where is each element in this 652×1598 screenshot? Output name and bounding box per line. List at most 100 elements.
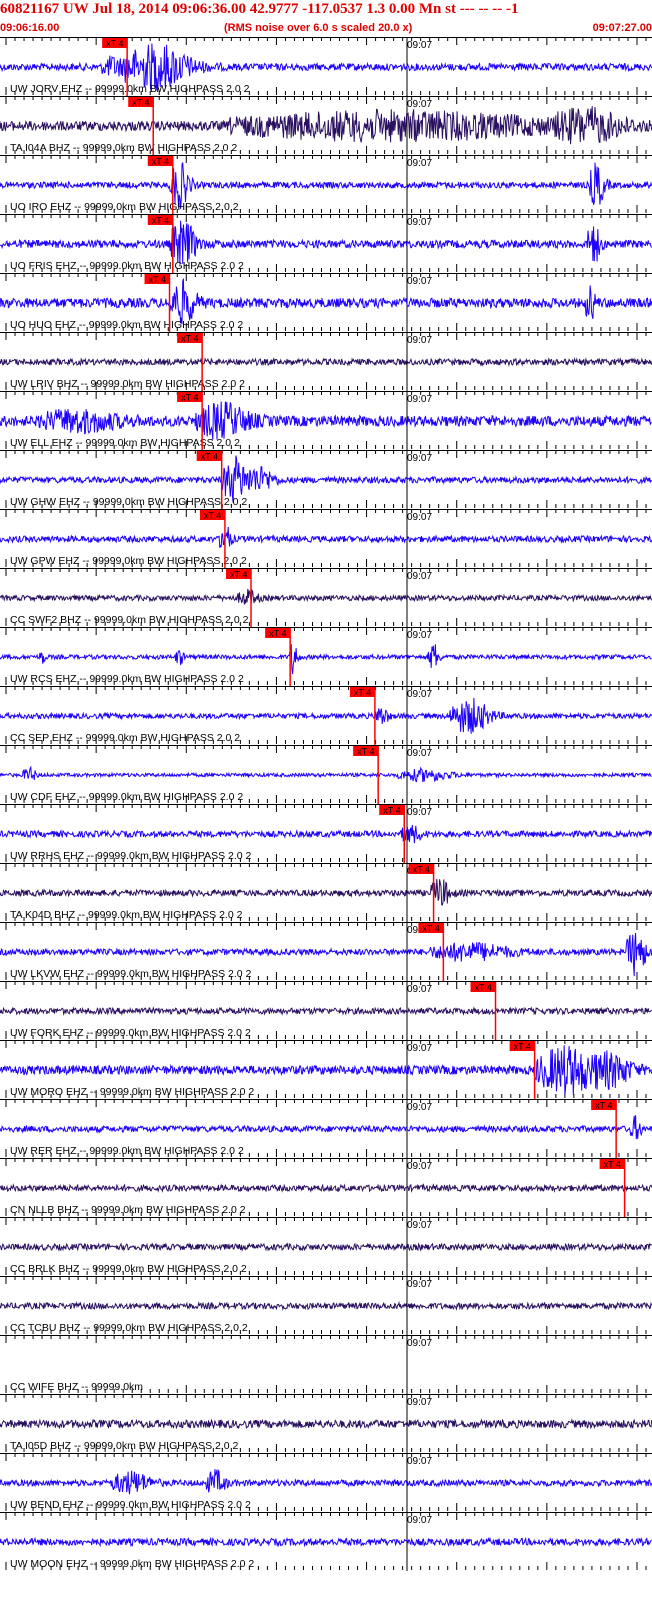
- rms-note: (RMS noise over 6.0 s scaled 20.0 x): [224, 22, 413, 34]
- minute-label: 09:07: [407, 1279, 432, 1290]
- minute-label: 09:07: [407, 512, 432, 523]
- trace-panel: 09:07 TA I04A BHZ -- 99999.0km BW HIGHPAS…: [0, 96, 652, 155]
- waveform-trace: [0, 1182, 652, 1193]
- station-label: UW MOON EHZ -- 99999.0km BW HIGHPASS 2.0…: [10, 1558, 254, 1570]
- trace-panel: 09:07 UW BEND EHZ -- 99999.0km BW HIGHPAS…: [0, 1453, 652, 1512]
- station-label: CC WIFE BHZ -- 99999.0km: [10, 1381, 143, 1393]
- station-label: UW ELL EHZ -- 99999.0km BW HIGHPASS 2.0 …: [10, 437, 240, 449]
- station-label: UW JORV EHZ -- 99999.0km BW HIGHPASS 2.0…: [10, 83, 250, 95]
- station-label: UW LRIV BHZ -- 99999.0km BW HIGHPASS 2.0…: [10, 378, 245, 390]
- trace-panel: 09:07 UW LRIV BHZ -- 99999.0km BW HIGHPAS…: [0, 332, 652, 391]
- station-label: TA I05D BHZ -- 99999.0km BW HIGHPASS 2.0…: [10, 1440, 239, 1452]
- pick-label: xT 4: [354, 688, 371, 698]
- pick-label: xT 4: [422, 924, 439, 934]
- minute-label: 09:07: [407, 748, 432, 759]
- trace-panel: 09:07 UW MORO EHZ -- 99999.0km BW HIGHPAS…: [0, 1040, 652, 1099]
- trace-panel: 09:07 UW RRHS EHZ -- 99999.0km BW HIGHPAS…: [0, 804, 652, 863]
- trace-panel: 09:07 UO HUO EHZ -- 99999.0km BW HIGHPASS…: [0, 273, 652, 332]
- station-label: CC BRLK BHZ -- 99999.0km BW HIGHPASS 2.0…: [10, 1263, 247, 1275]
- waveform-trace: [0, 1242, 652, 1252]
- trace-panel: 09:07 UW GPW EHZ -- 99999.0km BW HIGHPASS…: [0, 509, 652, 568]
- pick-label: xT 4: [357, 747, 374, 757]
- minute-label: 09:07: [407, 1043, 432, 1054]
- pick-label: xT 4: [106, 39, 123, 49]
- station-label: CC TCBU BHZ -- 99999.0km BW HIGHPASS 2.0…: [10, 1322, 248, 1334]
- pick-label: xT 4: [230, 570, 247, 580]
- waveform-trace: [0, 697, 652, 734]
- minute-label: 09:07: [407, 394, 432, 405]
- pick-label: xT 4: [149, 275, 166, 285]
- waveform-trace: [0, 526, 652, 549]
- minute-label: 09:07: [407, 99, 432, 110]
- waveform-trace: [0, 1115, 652, 1140]
- trace-panel: 09:07 UO FRIS EHZ -- 99999.0km BW HIGHPAS…: [0, 214, 652, 273]
- minute-label: 09:07: [407, 1456, 432, 1467]
- pick-label: xT 4: [181, 393, 198, 403]
- minute-label: 09:07: [407, 807, 432, 818]
- trace-panel: 09:07 UW FORK EHZ -- 99999.0km BW HIGHPAS…: [0, 981, 652, 1040]
- minute-label: 09:07: [407, 689, 432, 700]
- waveform-trace: [0, 824, 652, 844]
- station-label: CC SWF2 BHZ -- 99999.0km BW HIGHPASS 2.0…: [10, 614, 249, 626]
- pick-label: xT 4: [152, 216, 169, 226]
- trace-panel: 09:07 CN NLLB BHZ -- 99999.0km BW HIGHPAS…: [0, 1158, 652, 1217]
- waveform-trace: [0, 644, 652, 675]
- trace-panel: 09:07 CC SWF2 BHZ -- 99999.0km BW HIGHPAS…: [0, 568, 652, 627]
- trace-panel: 09:07 UW JORV EHZ -- 99999.0km BW HIGHPAS…: [0, 37, 652, 96]
- trace-panel: 09:07 UW RER EHZ -- 99999.0km BW HIGHPASS…: [0, 1099, 652, 1158]
- station-label: UO HUO EHZ -- 99999.0km BW HIGHPASS 2.0 …: [10, 319, 243, 331]
- waveform-trace: [0, 588, 652, 605]
- station-label: UW RRHS EHZ -- 99999.0km BW HIGHPASS 2.0…: [10, 850, 252, 862]
- station-label: UO FRIS EHZ -- 99999.0km BW HIGHPASS 2.0…: [10, 260, 244, 272]
- pick-label: xT 4: [514, 1042, 531, 1052]
- pick-label: xT 4: [595, 1101, 612, 1111]
- trace-panel: 09:07 CC TCBU BHZ -- 99999.0km BW HIGHPAS…: [0, 1276, 652, 1335]
- waveform-trace: [0, 1536, 652, 1548]
- minute-label: 09:07: [407, 630, 432, 641]
- waveform-trace: [0, 106, 652, 145]
- minute-label: 09:07: [407, 1397, 432, 1408]
- minute-label: 09:07: [407, 1161, 432, 1172]
- trace-panel: 09:07 UW RCS EHZ -- 99999.0km BW HIGHPASS…: [0, 627, 652, 686]
- minute-label: 09:07: [407, 217, 432, 228]
- minute-label: 09:07: [407, 158, 432, 169]
- pick-label: xT 4: [204, 511, 221, 521]
- station-label: UW RER EHZ -- 99999.0km BW HIGHPASS 2.0 …: [10, 1145, 244, 1157]
- trace-panel: 09:07 CC SEP EHZ -- 99999.0km BW HIGHPASS…: [0, 686, 652, 745]
- station-label: UW MORO EHZ -- 99999.0km BW HIGHPASS 2.0…: [10, 1086, 254, 1098]
- event-title: 60821167 UW Jul 18, 2014 09:06:36.00 42.…: [0, 1, 519, 17]
- end-time: 09:07:27.00: [592, 22, 652, 34]
- waveform-trace: [0, 1300, 652, 1311]
- station-label: UW RCS EHZ -- 99999.0km BW HIGHPASS 2.0 …: [10, 673, 244, 685]
- trace-panel: 09:07 UW GHW EHZ -- 99999.0km BW HIGHPASS…: [0, 450, 652, 509]
- minute-label: 09:07: [407, 1220, 432, 1231]
- trace-panel: 09:07 TA I05D BHZ -- 99999.0km BW HIGHPAS…: [0, 1394, 652, 1453]
- minute-label: 09:07: [407, 1515, 432, 1526]
- waveform-trace: [0, 278, 652, 325]
- minute-label: 09:07: [407, 40, 432, 51]
- minute-label: 09:07: [407, 984, 432, 995]
- start-time: 09:06:16.00: [0, 22, 60, 34]
- pick-label: xT 4: [181, 334, 198, 344]
- waveform-trace: [0, 1469, 652, 1495]
- station-label: TA K04D BHZ -- 99999.0km BW HIGHPASS 2.0…: [10, 909, 243, 921]
- station-label: UW BEND EHZ -- 99999.0km BW HIGHPASS 2.0…: [10, 1499, 251, 1511]
- plot-header: 60821167 UW Jul 18, 2014 09:06:36.00 42.…: [0, 0, 652, 37]
- station-label: UW GHW EHZ -- 99999.0km BW HIGHPASS 2.0 …: [10, 496, 247, 508]
- minute-label: 09:07: [407, 335, 432, 346]
- minute-label: 09:07: [407, 571, 432, 582]
- station-label: CN NLLB BHZ -- 99999.0km BW HIGHPASS 2.0…: [10, 1204, 246, 1216]
- station-label: CC SEP EHZ -- 99999.0km BW HIGHPASS 2.0 …: [10, 732, 240, 744]
- minute-label: 09:07: [407, 1102, 432, 1113]
- pick-label: xT 4: [383, 806, 400, 816]
- station-label: TA I04A BHZ -- 99999.0km BW HIGHPASS 2.0…: [10, 142, 237, 154]
- trace-panel: 09:07 UO IRO EHZ -- 99999.0km BW HIGHPASS…: [0, 155, 652, 214]
- waveform-trace: [0, 1006, 652, 1016]
- trace-panel: 09:07 UW ELL EHZ -- 99999.0km BW HIGHPASS…: [0, 391, 652, 450]
- station-label: UO IRO EHZ -- 99999.0km BW HIGHPASS 2.0 …: [10, 201, 239, 213]
- pick-label: xT 4: [413, 865, 430, 875]
- station-label: UW LKVW EHZ -- 99999.0km BW HIGHPASS 2.0…: [10, 968, 252, 980]
- pick-label: xT 4: [269, 629, 286, 639]
- minute-label: 09:07: [407, 453, 432, 464]
- trace-panel: 09:07TA K04D BHZ -- 99999.0km BW HIGHPAS…: [0, 863, 652, 922]
